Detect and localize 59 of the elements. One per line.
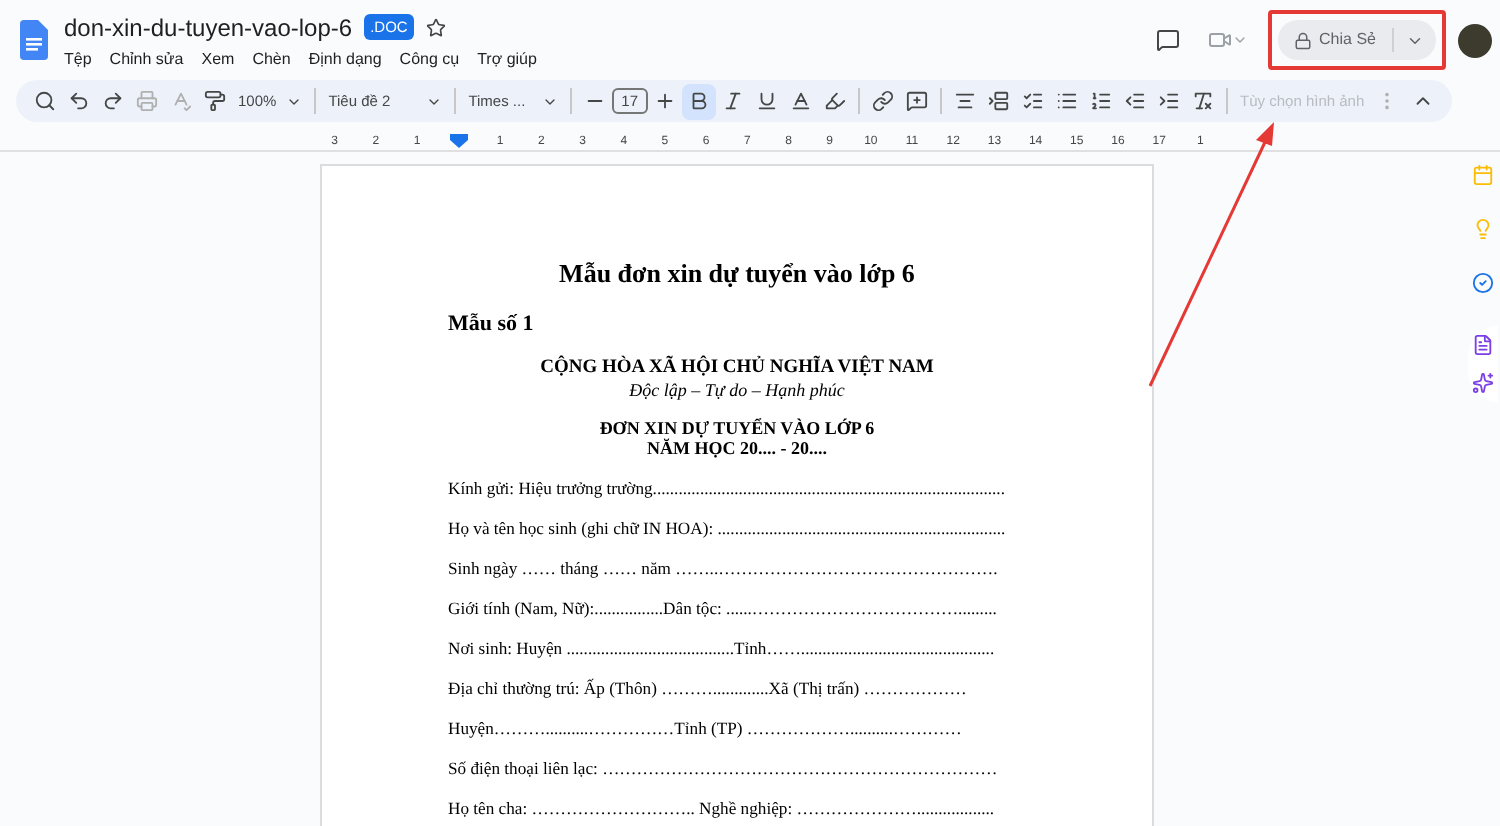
- form-title: NĂM HỌC 20.... - 20....: [647, 438, 827, 458]
- bold-icon: [688, 90, 711, 112]
- link-icon: [872, 90, 895, 112]
- form-line: Họ và tên học sinh (ghi chữ IN HOA): ...................................................................: [448, 518, 1006, 540]
- menu-item[interactable]: Chèn: [252, 47, 291, 71]
- spellcheck-icon: [170, 90, 192, 112]
- text-color-icon: [790, 90, 813, 112]
- nation-heading: CỘNG HÒA XÃ HỘI CHỦ NGHĨA VIỆT NAM: [538, 358, 936, 380]
- plus-icon: [654, 90, 677, 112]
- underline-icon: [756, 90, 779, 112]
- form-line: Giới tính (Nam, Nữ):................Dân tộc: ......……………………………….........: [448, 598, 997, 620]
- menu-item[interactable]: Tệp: [64, 47, 92, 71]
- paint-roller-icon: [204, 90, 226, 112]
- checklist-icon: [1022, 90, 1045, 112]
- document-title[interactable]: don-xin-du-tuyen-vao-lop-6: [64, 9, 353, 45]
- meeting-button[interactable]: [1207, 28, 1248, 52]
- form-line: Họ tên cha: ……………………….. Nghề nghiệp: …………………..................: [448, 798, 995, 820]
- star-icon[interactable]: [425, 17, 446, 37]
- form-line: Số điện thoại liên lạc: ……………………………………………………………: [448, 758, 998, 780]
- form-line: Huyện………..........……………Tỉnh (TP) ………………..........…………: [448, 718, 962, 740]
- clear-formatting-icon: [1192, 90, 1215, 112]
- printer-icon: [136, 90, 158, 112]
- add-comment-icon: [906, 90, 929, 112]
- document-icon[interactable]: [1471, 334, 1493, 356]
- redo-icon: [102, 90, 124, 112]
- form-line: Sinh ngày …… tháng …… năm ……..………………………………………….: [448, 558, 998, 580]
- lock-icon: [1293, 31, 1312, 49]
- line-spacing-icon: [988, 90, 1011, 112]
- align-center-icon: [954, 90, 977, 112]
- camera-icon: [1207, 28, 1232, 52]
- italic-icon: [722, 90, 745, 112]
- indent-increase-icon: [1158, 90, 1181, 112]
- sample-label: Mẫu số 1: [448, 309, 536, 339]
- bold-button[interactable]: [682, 83, 717, 119]
- form-line: Kính gửi: Hiệu trưởng trường..................................................................................: [448, 478, 1005, 500]
- tasks-icon[interactable]: [1471, 272, 1493, 294]
- menu-item[interactable]: Công cụ: [399, 47, 460, 71]
- share-button[interactable]: Chia Sẻ: [1277, 20, 1436, 60]
- search-icon: [34, 90, 56, 112]
- highlighter-icon: [824, 90, 847, 112]
- form-line: Địa chỉ thường trú: Ấp (Thôn) ……….............Xã (Thị trấn) ………………: [448, 678, 967, 700]
- docs-logo-icon[interactable]: [20, 20, 48, 60]
- comment-icon[interactable]: [1155, 28, 1180, 52]
- form-line: Nơi sinh: Huyện .......................................Tỉnh…….............................................: [448, 638, 995, 660]
- indent-marker-icon[interactable]: [449, 134, 468, 148]
- menu-item[interactable]: Xem: [201, 47, 235, 71]
- bullet-list-icon: [1056, 90, 1079, 112]
- menu-item[interactable]: Trợ giúp: [477, 47, 537, 71]
- caret-icon: [1231, 32, 1248, 48]
- indent-decrease-icon: [1124, 90, 1147, 112]
- motto: Độc lập – Tự do – Hạnh phúc: [627, 380, 847, 402]
- avatar[interactable]: [1458, 23, 1492, 57]
- sparkle-icon[interactable]: [1471, 372, 1493, 394]
- page-title: Mẫu đơn xin dự tuyển vào lớp 6: [557, 256, 917, 292]
- undo-icon: [68, 90, 90, 112]
- numbered-list-icon: [1090, 90, 1113, 112]
- form-title: ĐƠN XIN DỰ TUYỂN VÀO LỚP 6: [599, 418, 875, 438]
- menu-item[interactable]: Định dạng: [308, 47, 382, 71]
- menu-item[interactable]: Chỉnh sửa: [109, 47, 184, 71]
